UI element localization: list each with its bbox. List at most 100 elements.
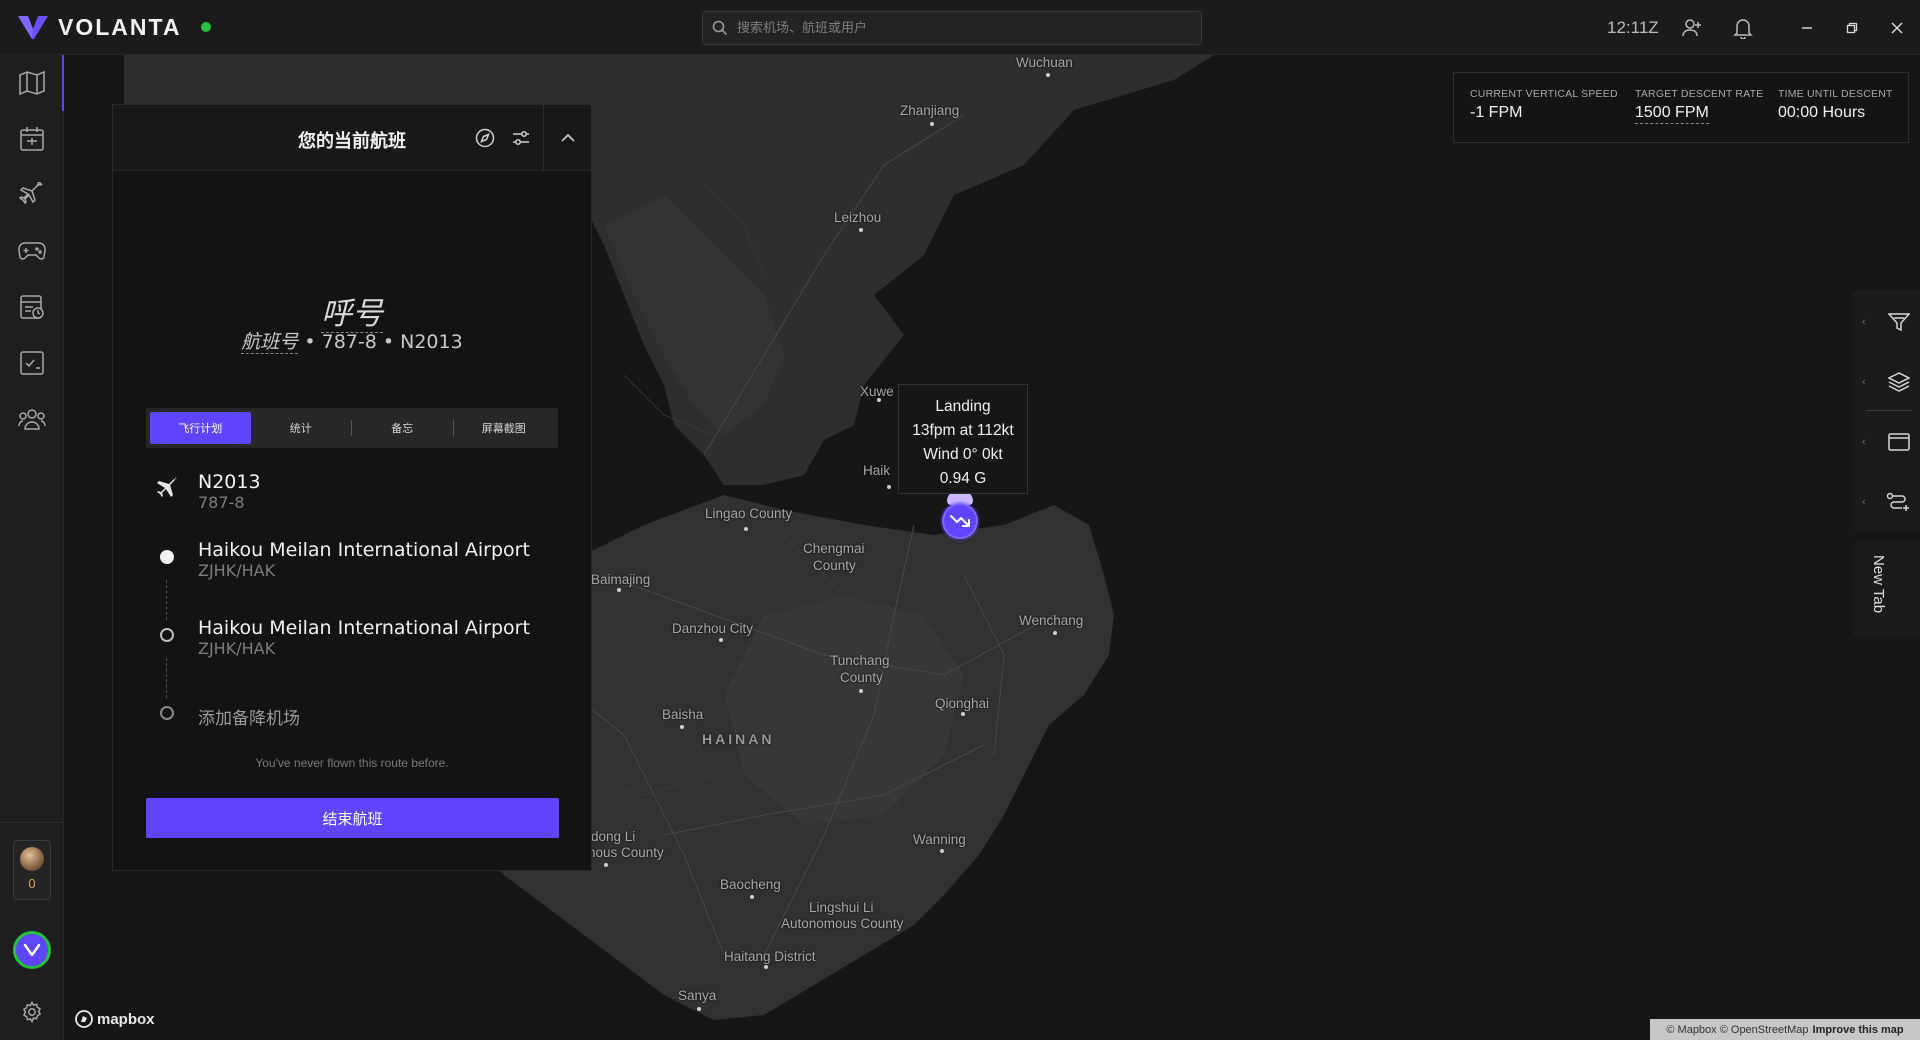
filter-icon xyxy=(1888,313,1910,332)
plane-icon xyxy=(19,182,43,205)
current-flight-panel: 您的当前航班 呼号 航班号 • 787-8 • N2013 飞行计划 统计 备忘… xyxy=(112,104,592,871)
attribution-text[interactable]: © Mapbox © OpenStreetMap xyxy=(1666,1024,1808,1036)
volanta-status-button[interactable] xyxy=(13,931,51,969)
sliders-icon xyxy=(513,131,529,145)
tab-flight-plan[interactable]: 飞行计划 xyxy=(150,412,251,444)
landing-wind: Wind 0° 0kt xyxy=(923,446,1003,463)
mapbox-icon xyxy=(75,1010,93,1028)
search-icon xyxy=(703,12,737,44)
sidebar-item-friends[interactable] xyxy=(12,399,52,439)
arrival-airport-name: Haikou Meilan International Airport xyxy=(198,617,530,639)
collapse-panel-button[interactable] xyxy=(543,105,591,171)
map-label: Baisha xyxy=(662,707,704,722)
app-logo[interactable]: VOLANTA xyxy=(16,13,212,41)
settings-button[interactable] xyxy=(18,998,46,1026)
map-place-dot xyxy=(764,965,768,969)
sidebar-item-map[interactable] xyxy=(12,63,52,103)
departure-airport-code: ZJHK/HAK xyxy=(198,561,276,580)
alternate-ring-icon xyxy=(153,699,181,727)
map-region-label: HAINAN xyxy=(702,731,775,747)
add-alternate-airport[interactable]: 添加备降机场 xyxy=(198,704,300,729)
map-label: dong Li xyxy=(591,829,636,844)
map-label: Tunchang xyxy=(830,653,890,668)
sidebar-item-checklists[interactable] xyxy=(12,343,52,383)
search-bar[interactable] xyxy=(702,11,1202,45)
aircraft-registration-label: N2013 xyxy=(198,471,261,493)
logbook-icon xyxy=(20,295,44,319)
sidebar-item-flights[interactable] xyxy=(12,175,52,215)
map-label: Wuchuan xyxy=(1016,55,1073,70)
time-until-descent-block: TIME UNTIL DESCENT 00:00 Hours xyxy=(1778,88,1893,122)
map-label: Zhanjiang xyxy=(900,103,960,118)
map-label: Xuwe xyxy=(860,384,894,399)
map-label: Wenchang xyxy=(1019,613,1084,628)
map-label: Leizhou xyxy=(834,210,882,225)
chevron-left-icon: ‹ xyxy=(1862,436,1866,448)
time-until-descent-label: TIME UNTIL DESCENT xyxy=(1778,88,1893,100)
aircraft-position-marker[interactable] xyxy=(942,503,978,539)
restore-button[interactable] xyxy=(1838,14,1866,42)
map-label: Danzhou City xyxy=(672,621,754,636)
map-filter-tool[interactable]: ‹ xyxy=(1860,298,1916,346)
filter-settings-button[interactable] xyxy=(507,124,535,152)
map-label: Wanning xyxy=(913,832,966,847)
arrival-ring-icon xyxy=(153,621,181,649)
sidebar-item-logbook[interactable] xyxy=(12,287,52,327)
map-label: Baocheng xyxy=(720,877,781,892)
descent-info-panel: CURRENT VERTICAL SPEED -1 FPM TARGET DES… xyxy=(1453,72,1909,143)
tab-statistics[interactable]: 统计 xyxy=(251,412,352,444)
landing-title: Landing xyxy=(935,398,991,415)
map-label: Sanya xyxy=(678,988,717,1003)
aircraft-type-label: 787-8 xyxy=(198,493,245,512)
aircraft-registration: N2013 xyxy=(400,331,463,353)
improve-map-link[interactable]: Improve this map xyxy=(1813,1024,1904,1036)
tab-screenshots[interactable]: 屏幕截图 xyxy=(454,412,555,444)
map-place-dot xyxy=(859,689,863,693)
map-place-dot xyxy=(1046,73,1050,77)
map-layers-tool[interactable]: ‹ xyxy=(1860,358,1916,406)
map-route-tool[interactable]: ‹ xyxy=(1860,478,1916,526)
departure-airport-name: Haikou Meilan International Airport xyxy=(198,539,530,561)
map-label: Autonomous County xyxy=(781,916,904,931)
active-indicator xyxy=(62,55,64,111)
friends-request-icon[interactable] xyxy=(1678,14,1706,42)
map-place-dot xyxy=(940,849,944,853)
volanta-logo-icon xyxy=(18,16,48,39)
map-place-dot xyxy=(617,588,621,592)
route-connector xyxy=(166,658,167,698)
map-place-dot xyxy=(697,1007,701,1011)
volanta-v-icon xyxy=(23,943,41,957)
close-button[interactable] xyxy=(1883,14,1911,42)
landing-tooltip: Landing 13fpm at 112kt Wind 0° 0kt 0.94 … xyxy=(898,384,1028,494)
map-place-dot xyxy=(750,895,754,899)
flight-number[interactable]: 航班号 xyxy=(241,331,299,354)
aircraft-type: 787-8 xyxy=(321,331,377,353)
layers-icon xyxy=(1888,372,1910,392)
route-icon xyxy=(1886,492,1909,511)
map-place-dot xyxy=(961,712,965,716)
search-input[interactable] xyxy=(737,20,1201,36)
window-icon xyxy=(1888,433,1910,451)
user-profile[interactable]: 0 xyxy=(13,840,51,900)
sidebar-item-flight-planner[interactable] xyxy=(12,119,52,159)
planner-icon xyxy=(20,127,44,151)
map-label: County xyxy=(813,558,856,573)
end-flight-button[interactable]: 结束航班 xyxy=(146,798,559,838)
compass-button[interactable] xyxy=(471,124,499,152)
chevron-left-icon: ‹ xyxy=(1862,496,1866,508)
airplane-icon xyxy=(153,475,181,503)
landing-gforce: 0.94 G xyxy=(939,470,987,487)
sidebar-item-simulator[interactable] xyxy=(12,231,52,271)
tab-notes[interactable]: 备忘 xyxy=(352,412,453,444)
minimize-button[interactable] xyxy=(1793,14,1821,42)
new-tab-label: New Tab xyxy=(1870,555,1887,614)
map-place-dot xyxy=(604,863,608,867)
mapbox-logo[interactable]: mapbox xyxy=(75,1010,155,1028)
map-window-tool[interactable]: ‹ xyxy=(1860,418,1916,466)
gear-icon xyxy=(23,1001,41,1023)
descent-rate-value[interactable]: 1500 FPM xyxy=(1635,104,1709,124)
bell-icon[interactable] xyxy=(1729,14,1757,42)
mapbox-wordmark: mapbox xyxy=(97,1010,155,1028)
map-place-dot xyxy=(680,725,684,729)
new-tab-button[interactable]: New Tab xyxy=(1852,541,1920,637)
